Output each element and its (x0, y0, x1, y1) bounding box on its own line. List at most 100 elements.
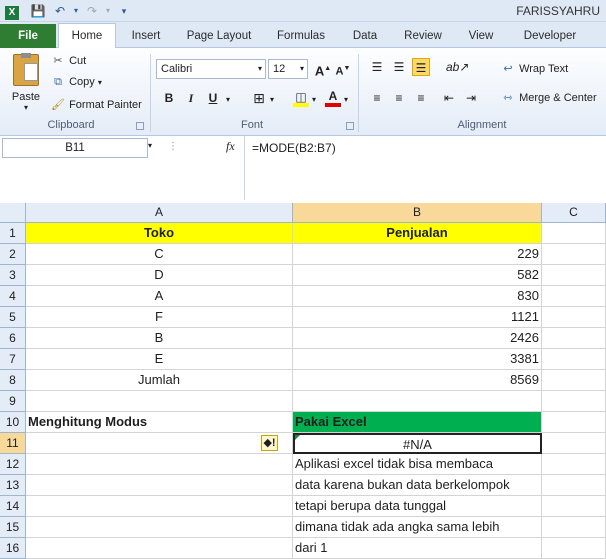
cell-c16[interactable] (542, 538, 606, 559)
cell-c14[interactable] (542, 496, 606, 517)
cell-c15[interactable] (542, 517, 606, 538)
cell-b12[interactable]: Aplikasi excel tidak bisa membaca (293, 454, 542, 475)
cell-b4[interactable]: 830 (293, 286, 542, 307)
paste-button[interactable]: Paste ▾ (8, 53, 44, 114)
row-header-12[interactable]: 12 (0, 454, 26, 475)
cell-a5[interactable]: F (26, 307, 293, 328)
cell-a7[interactable]: E (26, 349, 293, 370)
cell-c11[interactable] (542, 433, 606, 454)
row-header-11[interactable]: 11 (0, 433, 26, 454)
cell-c2[interactable] (542, 244, 606, 265)
row-header-14[interactable]: 14 (0, 496, 26, 517)
font-name-combo[interactable]: Calibri ▾ (156, 59, 266, 79)
tab-view[interactable]: View (462, 26, 500, 48)
font-color-dropdown-icon[interactable]: ▾ (344, 95, 348, 104)
error-warning-icon[interactable]: ◆! (261, 435, 278, 451)
row-header-3[interactable]: 3 (0, 265, 26, 286)
undo-icon[interactable]: ↶ (52, 3, 68, 19)
borders-dropdown-icon[interactable]: ▾ (270, 95, 274, 104)
wrap-text-button[interactable]: ↩ Wrap Text (500, 62, 568, 75)
cut-button[interactable]: ✂ Cut (50, 54, 86, 67)
tab-review[interactable]: Review (398, 26, 448, 48)
cell-b2[interactable]: 229 (293, 244, 542, 265)
bold-button[interactable]: B (160, 89, 178, 107)
align-middle-icon[interactable]: ☰ (390, 58, 408, 76)
orientation-icon[interactable]: ab↗ (446, 58, 469, 76)
cell-c5[interactable] (542, 307, 606, 328)
cell-a16[interactable] (26, 538, 293, 559)
cell-a6[interactable]: B (26, 328, 293, 349)
row-header-10[interactable]: 10 (0, 412, 26, 433)
cell-c13[interactable] (542, 475, 606, 496)
decrease-indent-icon[interactable]: ⇤ (440, 89, 458, 107)
tab-data[interactable]: Data (346, 26, 384, 48)
fill-color-icon[interactable]: ◫ (292, 88, 310, 107)
row-header-4[interactable]: 4 (0, 286, 26, 307)
tab-home[interactable]: Home (58, 23, 116, 49)
cell-b14[interactable]: tetapi berupa data tunggal (293, 496, 542, 517)
name-box-dropdown-icon[interactable]: ▾ (148, 141, 152, 150)
name-box[interactable]: B11 (2, 138, 148, 158)
customize-toolbar-icon[interactable]: ▾ (116, 3, 132, 19)
row-header-7[interactable]: 7 (0, 349, 26, 370)
font-size-combo[interactable]: 12 ▾ (268, 59, 308, 79)
cell-a2[interactable]: C (26, 244, 293, 265)
column-header-a[interactable]: A (26, 203, 293, 223)
cell-b11[interactable]: #N/A (293, 433, 542, 454)
increase-indent-icon[interactable]: ⇥ (462, 89, 480, 107)
underline-button[interactable]: U (204, 89, 222, 107)
save-icon[interactable]: 💾 (30, 3, 46, 19)
borders-icon[interactable]: ⊞ (250, 89, 268, 107)
row-header-1[interactable]: 1 (0, 223, 26, 244)
clipboard-launcher-icon[interactable] (136, 122, 144, 130)
row-header-15[interactable]: 15 (0, 517, 26, 538)
redo-icon[interactable]: ↷ (84, 3, 100, 19)
cell-a8[interactable]: Jumlah (26, 370, 293, 391)
row-header-9[interactable]: 9 (0, 391, 26, 412)
align-center-icon[interactable]: ≡ (390, 89, 408, 107)
row-header-16[interactable]: 16 (0, 538, 26, 559)
cell-b9[interactable] (293, 391, 542, 412)
cell-a11[interactable] (26, 433, 293, 454)
italic-button[interactable]: I (182, 89, 200, 107)
cell-a13[interactable] (26, 475, 293, 496)
select-all-corner[interactable] (0, 203, 26, 223)
undo-dropdown-icon[interactable]: ▾ (68, 3, 84, 19)
cell-c7[interactable] (542, 349, 606, 370)
column-header-c[interactable]: C (542, 203, 606, 223)
row-header-5[interactable]: 5 (0, 307, 26, 328)
cell-b1[interactable]: Penjualan (293, 223, 542, 244)
tab-page-layout[interactable]: Page Layout (180, 26, 258, 48)
insert-function-icon[interactable]: fx (226, 139, 235, 154)
tab-insert[interactable]: Insert (124, 26, 168, 48)
cell-c10[interactable] (542, 412, 606, 433)
merge-center-button[interactable]: ⇿ Merge & Center (500, 91, 596, 104)
tab-formulas[interactable]: Formulas (270, 26, 332, 48)
redo-dropdown-icon[interactable]: ▾ (100, 3, 116, 19)
cell-c6[interactable] (542, 328, 606, 349)
cell-c9[interactable] (542, 391, 606, 412)
cell-c4[interactable] (542, 286, 606, 307)
row-header-6[interactable]: 6 (0, 328, 26, 349)
decrease-font-icon[interactable]: A▼ (334, 60, 352, 78)
cell-a3[interactable]: D (26, 265, 293, 286)
fill-color-dropdown-icon[interactable]: ▾ (312, 95, 316, 104)
font-launcher-icon[interactable] (346, 122, 354, 130)
increase-font-icon[interactable]: A▲ (314, 60, 332, 78)
cell-a1[interactable]: Toko (26, 223, 293, 244)
cell-c8[interactable] (542, 370, 606, 391)
cell-b13[interactable]: data karena bukan data berkelompok (293, 475, 542, 496)
cell-c3[interactable] (542, 265, 606, 286)
cell-a12[interactable] (26, 454, 293, 475)
cell-c1[interactable] (542, 223, 606, 244)
cell-c12[interactable] (542, 454, 606, 475)
cell-b8[interactable]: 8569 (293, 370, 542, 391)
column-header-b[interactable]: B (293, 203, 542, 223)
copy-button[interactable]: ⧉ Copy ▾ (50, 76, 102, 89)
cell-b5[interactable]: 1121 (293, 307, 542, 328)
cell-a15[interactable] (26, 517, 293, 538)
tab-developer[interactable]: Developer (514, 26, 586, 48)
align-top-icon[interactable]: ☰ (368, 58, 386, 76)
cell-b3[interactable]: 582 (293, 265, 542, 286)
cell-b7[interactable]: 3381 (293, 349, 542, 370)
